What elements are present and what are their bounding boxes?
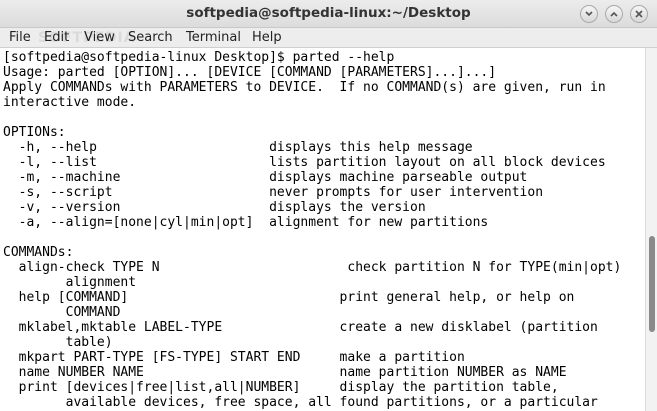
terminal-line: table) xyxy=(3,335,113,350)
menu-file[interactable]: File xyxy=(9,30,31,45)
close-icon xyxy=(635,10,643,18)
softpedia-watermark: SOFTPEDIA xyxy=(38,30,136,46)
menu-help[interactable]: Help xyxy=(252,30,282,45)
terminal-line: -h, --help displays this help message xyxy=(3,140,473,155)
title-bar[interactable]: softpedia@softpedia-linux:~/Desktop xyxy=(0,0,657,28)
terminal-output[interactable]: [softpedia@softpedia-linux Desktop]$ par… xyxy=(0,48,645,411)
terminal-line: print [devices|free|list,all|NUMBER] dis… xyxy=(3,380,559,395)
terminal-line: interactive mode. xyxy=(3,95,137,110)
terminal-line: help [COMMAND] print general help, or he… xyxy=(3,290,575,305)
terminal-line: COMMANDs: xyxy=(3,245,74,260)
terminal-line: mkpart PART-TYPE [FS-TYPE] START END mak… xyxy=(3,350,465,365)
terminal-line: Apply COMMANDs with PARAMETERS to DEVICE… xyxy=(3,80,606,95)
terminal-window: softpedia@softpedia-linux:~/Desktop File… xyxy=(0,0,657,411)
terminal-line: mklabel,mktable LABEL-TYPE create a new … xyxy=(3,320,598,335)
minimize-icon xyxy=(585,11,593,17)
menu-terminal[interactable]: Terminal xyxy=(186,30,241,45)
close-button[interactable] xyxy=(630,5,648,23)
terminal-line: -l, --list lists partition layout on all… xyxy=(3,155,606,170)
terminal-line: COMMAND xyxy=(3,305,121,320)
maximize-icon xyxy=(610,11,618,17)
scrollbar-thumb[interactable] xyxy=(649,236,655,332)
terminal-line: name NUMBER NAME name partition NUMBER a… xyxy=(3,365,567,380)
terminal-line: -a, --align=[none|cyl|min|opt] alignment… xyxy=(3,215,489,230)
terminal-line: align-check TYPE N check partition N for… xyxy=(3,260,622,275)
terminal-line: [softpedia@softpedia-linux Desktop]$ par… xyxy=(3,50,395,65)
terminal-line: available devices, free space, all found… xyxy=(3,395,598,410)
minimize-button[interactable] xyxy=(580,5,598,23)
terminal-line: -m, --machine displays machine parseable… xyxy=(3,170,528,185)
terminal-line: OPTIONs: xyxy=(3,125,66,140)
vertical-scrollbar[interactable] xyxy=(645,48,657,411)
terminal-line: -v, --version displays the version xyxy=(3,200,426,215)
terminal-line: alignment xyxy=(3,275,137,290)
terminal-line: -s, --script never prompts for user inte… xyxy=(3,185,544,200)
terminal-line: Usage: parted [OPTION]... [DEVICE [COMMA… xyxy=(3,65,497,80)
window-title: softpedia@softpedia-linux:~/Desktop xyxy=(186,5,471,21)
maximize-button[interactable] xyxy=(605,5,623,23)
